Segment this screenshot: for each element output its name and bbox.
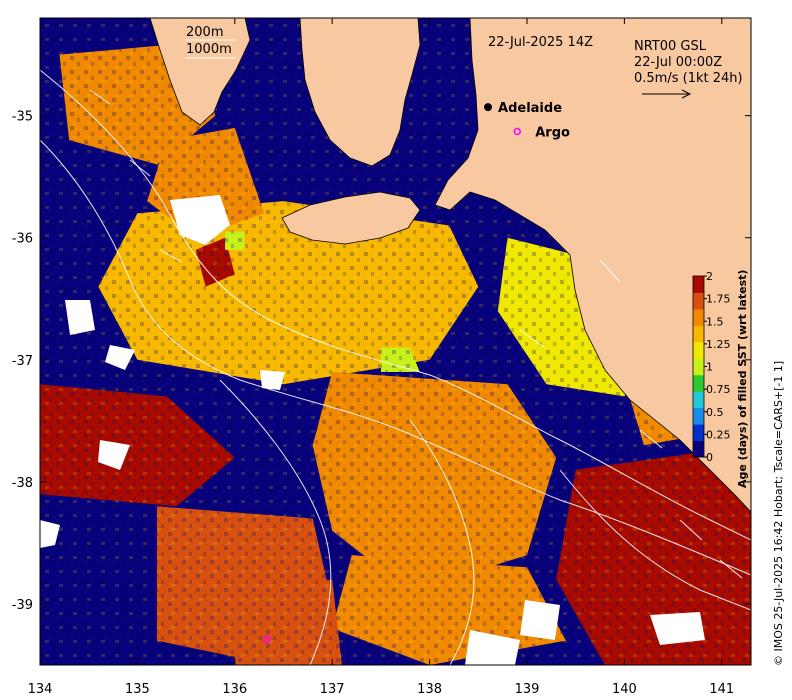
y-tick-label: -37 (12, 354, 33, 369)
colorbar-segment (693, 292, 704, 310)
sst-age-map: 134 135 136 137 138 139 140 141 -35 -36 -37 -38 -39… (12, 17, 785, 697)
colorbar-tick-label: 1.75 (706, 293, 731, 306)
colorbar-segment (693, 341, 704, 359)
place-label: Argo (535, 126, 570, 141)
colorbar-segment (693, 308, 704, 326)
colorbar-tick-label: 1.5 (706, 315, 724, 328)
colorbar-title: Age (days) of filled SST (wrt latest) (736, 270, 749, 488)
date-time-label: 22-Jul-2025 14Z (488, 35, 593, 50)
colorbar-tick-label: 2 (706, 270, 713, 283)
y-tick-label: -36 (12, 232, 33, 247)
x-tick-label: 135 (125, 682, 150, 697)
credit-text: © IMOS 25-Jul-2025 16:42 Hobart; Tscale=… (772, 361, 785, 666)
isobath-1000m-label: 1000m (186, 42, 232, 57)
x-tick-label: 141 (709, 682, 734, 697)
x-tick-label: 138 (417, 682, 442, 697)
colorbar-segment (693, 325, 704, 343)
colorbar-tick-label: 0.75 (706, 383, 731, 396)
colorbar-segment (693, 407, 704, 425)
product-label: NRT00 GSL (634, 39, 707, 54)
adelaide-marker (484, 103, 493, 112)
y-tick-label: -39 (12, 598, 33, 613)
colorbar-tick-label: 1.25 (706, 338, 731, 351)
colorbar-segment (693, 358, 704, 376)
y-tick-label: -38 (12, 476, 33, 491)
x-tick-label: 140 (612, 682, 637, 697)
colorbar-segment (693, 424, 704, 442)
x-tick-label: 139 (515, 682, 540, 697)
colorbar-segment (693, 374, 704, 392)
y-tick-label: -35 (12, 110, 33, 125)
colorbar-tick-label: 0 (706, 451, 713, 464)
field-time-label: 22-Jul 00:00Z (634, 55, 722, 70)
colorbar-tick-label: 0.25 (706, 428, 731, 441)
colorbar-gradient (693, 276, 704, 458)
colorbar-tick-label: 1 (706, 361, 713, 374)
current-scale-label: 0.5m/s (1kt 24h) (634, 71, 743, 86)
colorbar-segment (693, 391, 704, 409)
x-tick-label: 137 (320, 682, 345, 697)
colorbar-segment (693, 440, 704, 458)
map-content (40, 18, 751, 665)
x-tick-label: 134 (28, 682, 53, 697)
isobath-200m-label: 200m (186, 25, 223, 40)
x-tick-label: 136 (222, 682, 247, 697)
colorbar-tick-label: 0.5 (706, 406, 724, 419)
colorbar-segment (693, 276, 704, 293)
place-label: Adelaide (498, 101, 562, 116)
